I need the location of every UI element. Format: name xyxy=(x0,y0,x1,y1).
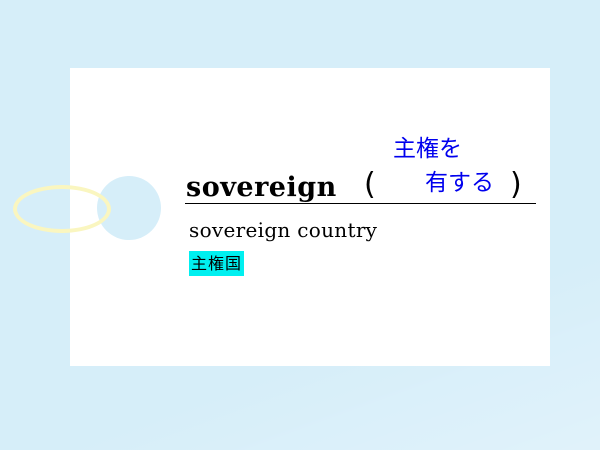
meaning-line-2: 有する xyxy=(425,170,494,196)
headword-underline xyxy=(185,203,536,204)
paren-close: ) xyxy=(510,167,522,202)
example-phrase: sovereign country xyxy=(189,218,378,242)
headword: sovereign xyxy=(186,172,337,203)
example-phrase-translation: 主権国 xyxy=(189,251,245,276)
meaning-line-1: 主権を xyxy=(393,136,462,162)
card-ring-icon xyxy=(13,185,111,233)
paren-open: ( xyxy=(364,167,376,202)
